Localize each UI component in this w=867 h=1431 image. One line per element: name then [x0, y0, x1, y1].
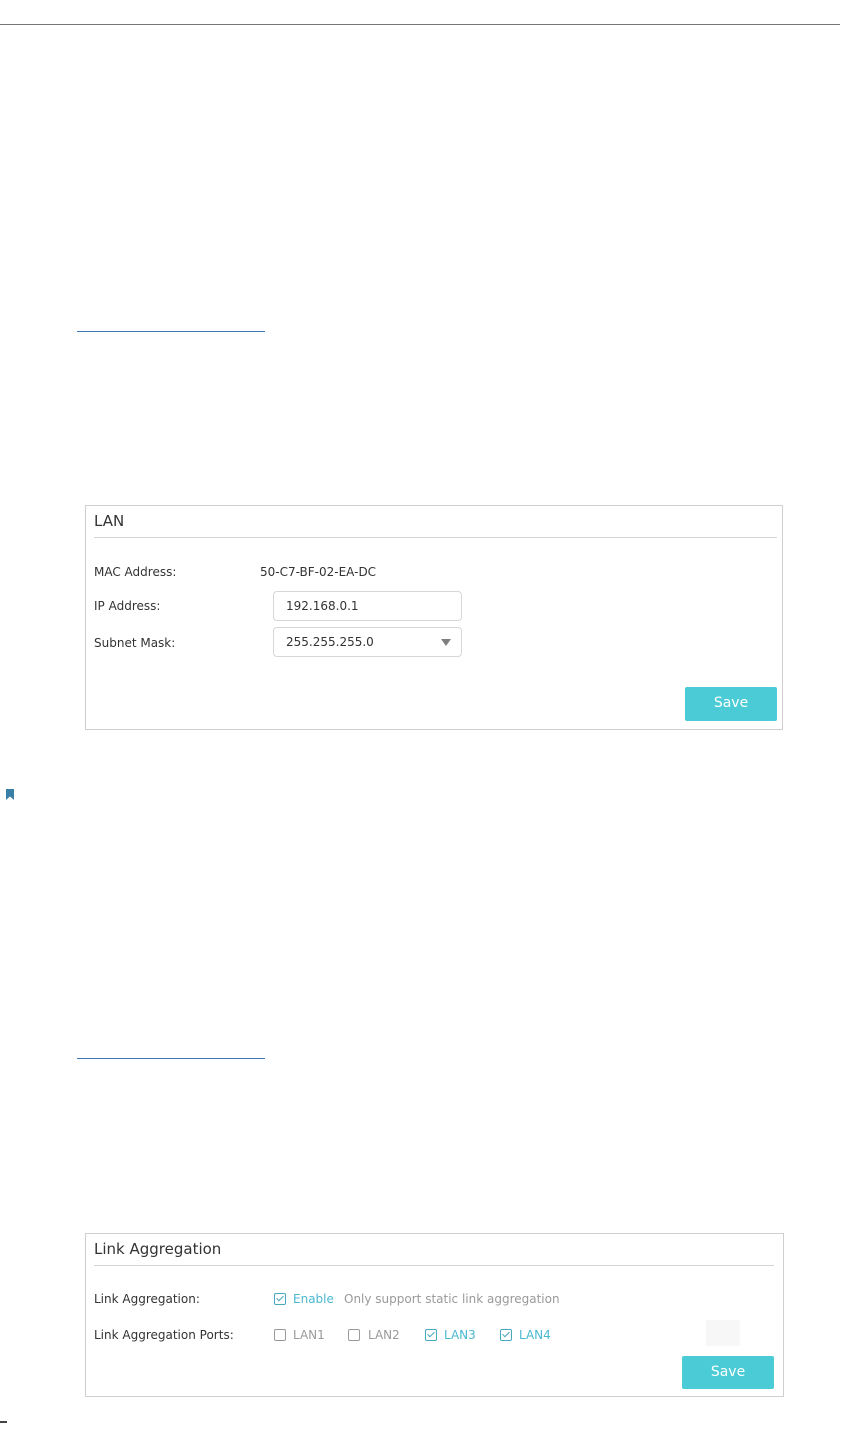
subnet-mask-select[interactable]: 255.255.255.0 — [273, 627, 462, 657]
lan2-checkbox[interactable] — [348, 1329, 360, 1341]
enable-checkbox[interactable] — [274, 1293, 286, 1305]
enable-note: Only support static link aggregation — [344, 1292, 560, 1306]
ip-address-value: 192.168.0.1 — [286, 599, 359, 613]
lan-panel: LAN MAC Address: 50-C7-BF-02-EA-DC IP Ad… — [85, 505, 783, 730]
lan1-checkbox[interactable] — [274, 1329, 286, 1341]
lan-save-button[interactable]: Save — [685, 687, 777, 721]
subnet-mask-value: 255.255.255.0 — [286, 635, 374, 649]
link-aggregation-save-button[interactable]: Save — [682, 1356, 774, 1389]
link-underline-2 — [77, 1058, 265, 1059]
lan4-checkbox[interactable] — [500, 1329, 512, 1341]
lan3-label[interactable]: LAN3 — [444, 1328, 476, 1342]
link-aggregation-panel-divider — [94, 1265, 774, 1266]
bookmark-icon — [6, 789, 14, 800]
mac-address-value: 50-C7-BF-02-EA-DC — [260, 565, 377, 579]
lan2-label[interactable]: LAN2 — [368, 1328, 400, 1342]
lan3-checkbox[interactable] — [425, 1329, 437, 1341]
link-underline-1 — [77, 331, 265, 332]
lan4-label[interactable]: LAN4 — [519, 1328, 551, 1342]
lan1-label[interactable]: LAN1 — [293, 1328, 325, 1342]
link-aggregation-label: Link Aggregation: — [94, 1292, 200, 1306]
ip-address-label: IP Address: — [94, 599, 161, 613]
subnet-mask-label: Subnet Mask: — [94, 636, 176, 650]
link-aggregation-panel: Link Aggregation Link Aggregation: Enabl… — [85, 1233, 784, 1397]
link-aggregation-panel-title: Link Aggregation — [94, 1240, 222, 1258]
caret-down-icon — [441, 639, 451, 646]
enable-label[interactable]: Enable — [293, 1292, 334, 1306]
lan-panel-divider — [94, 537, 777, 538]
link-aggregation-ports-label: Link Aggregation Ports: — [94, 1328, 234, 1342]
page-header-rule — [0, 24, 840, 25]
mac-address-label: MAC Address: — [94, 565, 177, 579]
lan-panel-title: LAN — [94, 512, 125, 530]
footer-mark — [0, 1421, 7, 1423]
ip-address-input[interactable]: 192.168.0.1 — [273, 591, 462, 621]
background-smudge — [706, 1320, 740, 1346]
